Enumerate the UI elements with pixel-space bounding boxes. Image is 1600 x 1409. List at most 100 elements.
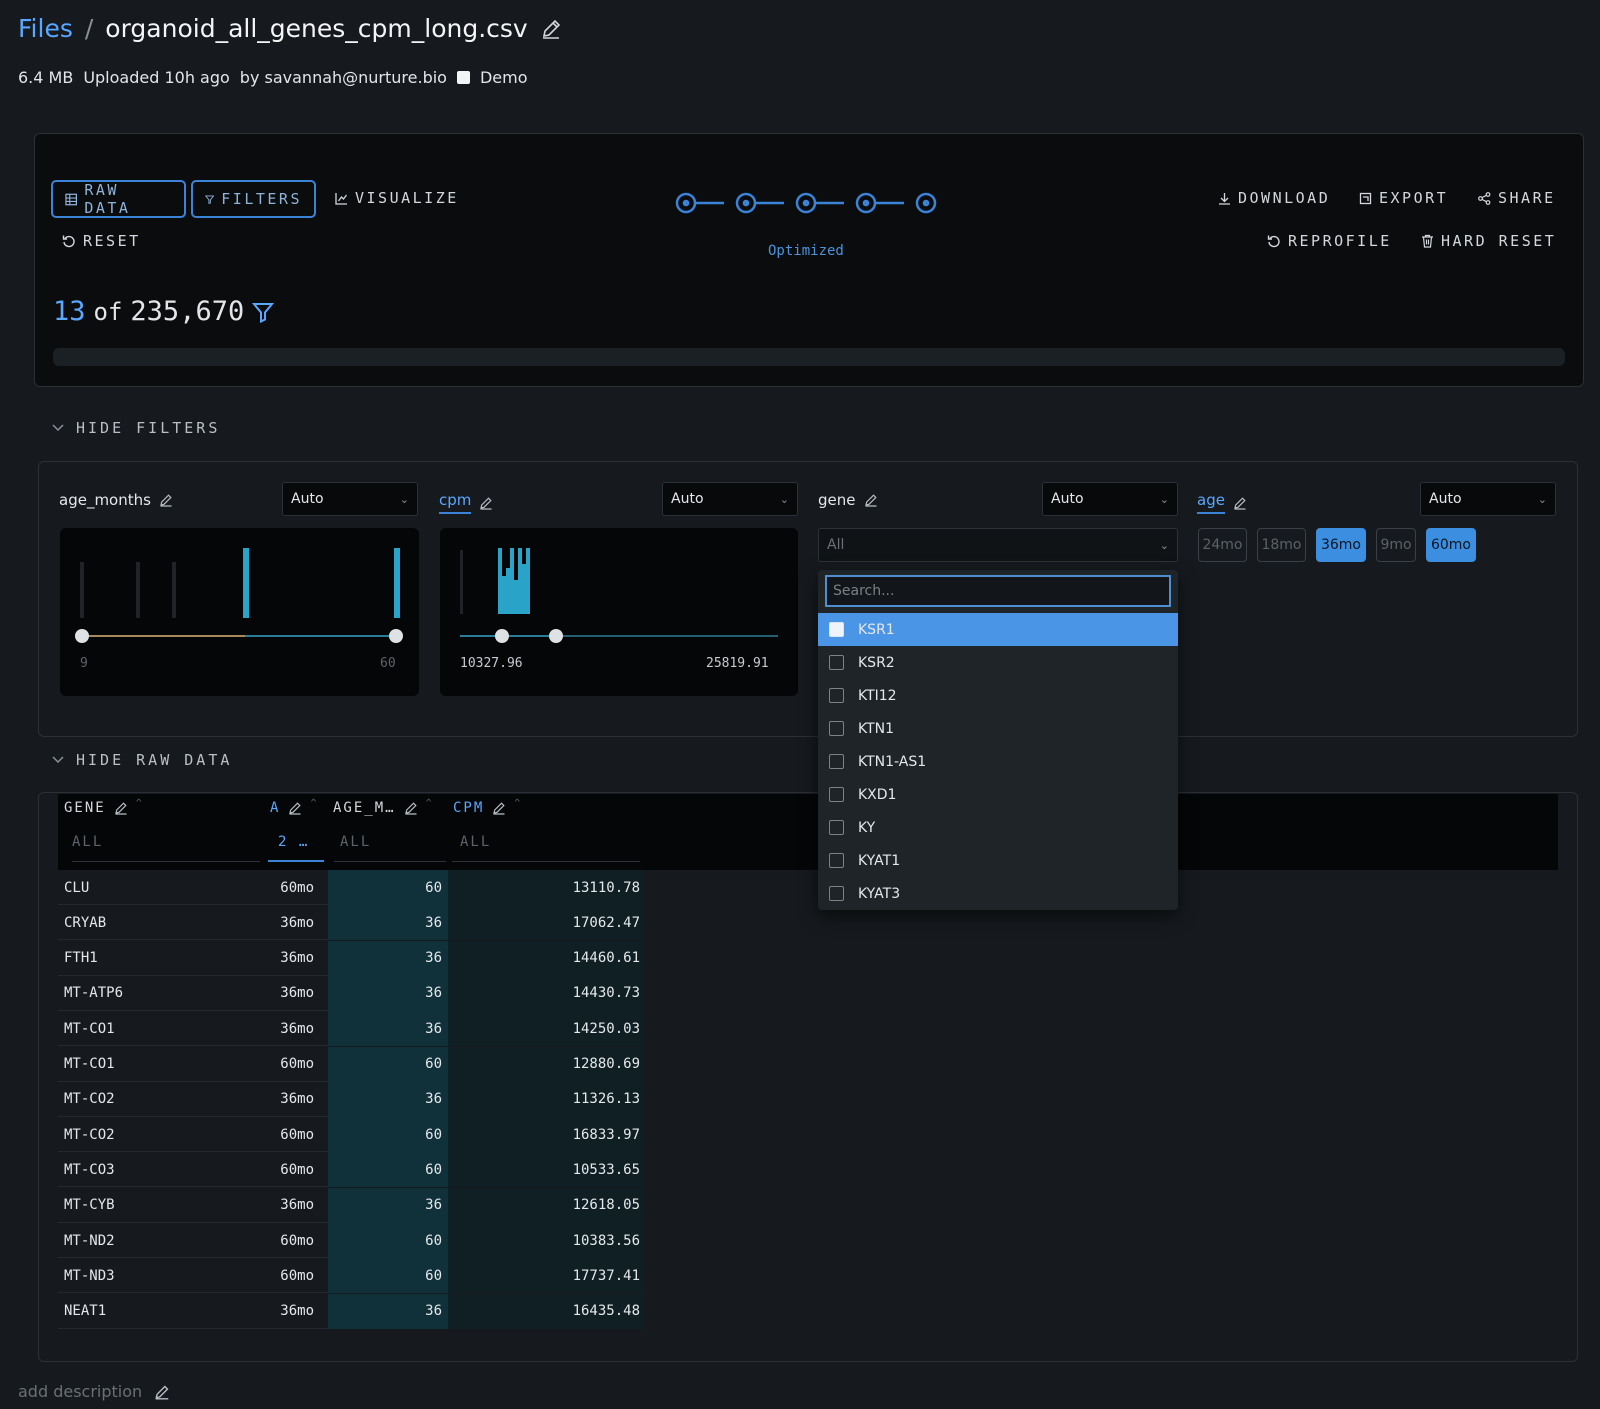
gene-option-checkbox[interactable]: [829, 655, 844, 670]
gene-option-checkbox[interactable]: [829, 820, 844, 835]
table-row[interactable]: NEAT1 36 16435.48 36mo: [58, 1293, 644, 1329]
gene-option[interactable]: KXD1: [818, 778, 1178, 811]
sort-icon[interactable]: ^: [514, 798, 522, 809]
cell-cpm: 13110.78: [448, 870, 644, 905]
table-row[interactable]: MT-CO2 60 16833.97 60mo: [58, 1117, 644, 1153]
share-button[interactable]: SHARE: [1478, 189, 1556, 207]
sort-icon[interactable]: ^: [136, 798, 144, 809]
table-row[interactable]: MT-CO1 60 12880.69 60mo: [58, 1046, 644, 1082]
filters-button[interactable]: FILTERS: [191, 180, 316, 218]
hide-filters-toggle[interactable]: HIDE FILTERS: [52, 419, 220, 437]
column-header-age-months[interactable]: AGE_M… ^: [333, 798, 434, 817]
column-filter-age[interactable]: 2 …: [268, 834, 324, 862]
cpm-min-value: 10327.96: [460, 656, 523, 671]
add-description[interactable]: add description: [18, 1382, 170, 1401]
cell-age-months: 36: [328, 905, 448, 941]
gene-option[interactable]: KSR2: [818, 646, 1178, 679]
gene-option[interactable]: KTN1-AS1: [818, 745, 1178, 778]
cell-cpm: 17062.47: [448, 905, 644, 941]
cell-age-months: 36: [328, 1187, 448, 1223]
edit-title-icon[interactable]: [540, 18, 562, 40]
gene-option-checkbox[interactable]: [829, 622, 844, 637]
gene-option[interactable]: KTN1: [818, 712, 1178, 745]
cpm-max-value: 25819.91: [706, 656, 769, 671]
table-row[interactable]: MT-CO1 36 14250.03 36mo: [58, 1011, 644, 1047]
age-chip[interactable]: 36mo: [1316, 528, 1366, 562]
gene-option[interactable]: KYAT3: [818, 877, 1178, 910]
cell-gene: MT-ND3: [64, 1267, 115, 1284]
table-row[interactable]: MT-ATP6 36 14430.73 36mo: [58, 975, 644, 1011]
gene-option[interactable]: KSR1: [818, 613, 1178, 646]
gene-value-select[interactable]: All ⌄: [818, 528, 1178, 562]
export-button[interactable]: EXPORT: [1359, 189, 1448, 207]
gene-option-label: KSR2: [858, 654, 895, 671]
cell-cpm: 16833.97: [448, 1117, 644, 1153]
gene-option-checkbox[interactable]: [829, 787, 844, 802]
cell-age-months: 36: [328, 1011, 448, 1047]
histogram-bar: [394, 548, 400, 618]
age-months-mode-select[interactable]: Auto ⌄: [282, 482, 418, 516]
gene-option-label: KYAT1: [858, 852, 901, 869]
file-size: 6.4 MB: [18, 68, 74, 87]
age-mode-select[interactable]: Auto ⌄: [1420, 482, 1556, 516]
chart-icon: [335, 192, 348, 205]
table-row[interactable]: CLU 60 13110.78 60mo: [58, 870, 644, 905]
edit-icon: [864, 494, 877, 507]
gene-option-checkbox[interactable]: [829, 886, 844, 901]
visualize-button[interactable]: VISUALIZE: [335, 189, 459, 207]
age-months-max-value: 60: [380, 656, 396, 671]
export-icon: [1359, 192, 1372, 204]
gene-option[interactable]: KY: [818, 811, 1178, 844]
gene-option-checkbox[interactable]: [829, 853, 844, 868]
column-header-gene[interactable]: GENE ^: [64, 798, 144, 817]
reprofile-button[interactable]: REPROFILE: [1267, 232, 1392, 250]
age-chip[interactable]: 9mo: [1376, 528, 1416, 562]
table-row[interactable]: FTH1 36 14460.61 36mo: [58, 940, 644, 976]
age-chip[interactable]: 18mo: [1257, 528, 1306, 562]
histogram-bar: [243, 548, 249, 618]
age-chip[interactable]: 24mo: [1198, 528, 1247, 562]
column-filter-age-months[interactable]: ALL: [334, 834, 446, 862]
breadcrumb-files-link[interactable]: Files: [18, 14, 73, 43]
age-months-min-value: 9: [80, 656, 88, 671]
demo-checkbox[interactable]: [456, 71, 470, 84]
age-chip[interactable]: 60mo: [1426, 528, 1476, 562]
column-filter-cpm[interactable]: ALL: [452, 834, 640, 862]
gene-mode-select[interactable]: Auto ⌄: [1042, 482, 1178, 516]
column-filter-gene[interactable]: ALL: [72, 834, 260, 862]
hide-raw-data-toggle[interactable]: HIDE RAW DATA: [52, 751, 232, 769]
cell-gene: MT-CO2: [64, 1126, 115, 1143]
table-row[interactable]: MT-ND3 60 17737.41 60mo: [58, 1258, 644, 1294]
column-header-cpm[interactable]: CPM ^: [453, 798, 522, 817]
gene-option[interactable]: KYAT1: [818, 844, 1178, 877]
sort-icon[interactable]: ^: [310, 798, 318, 809]
cell-cpm: 12618.05: [448, 1187, 644, 1223]
cell-gene: MT-ND2: [64, 1232, 115, 1249]
raw-data-button[interactable]: RAW DATA: [51, 180, 186, 218]
gene-search-input[interactable]: Search...: [825, 575, 1171, 607]
gene-option[interactable]: KTI12: [818, 679, 1178, 712]
reset-button[interactable]: RESET: [62, 232, 141, 250]
table-row[interactable]: CRYAB 36 17062.47 36mo: [58, 905, 644, 941]
column-header-age[interactable]: A ^: [270, 798, 318, 817]
histogram-bar: [172, 562, 176, 618]
gene-option-label: KTN1-AS1: [858, 753, 927, 770]
hard-reset-button[interactable]: HARD RESET: [1421, 232, 1556, 250]
table-row[interactable]: MT-ND2 60 10383.56 60mo: [58, 1223, 644, 1258]
table-row[interactable]: MT-CYB 36 12618.05 36mo: [58, 1187, 644, 1223]
gene-option-checkbox[interactable]: [829, 754, 844, 769]
cell-age: 36mo: [280, 950, 314, 967]
cpm-mode-select[interactable]: Auto ⌄: [662, 482, 798, 516]
demo-label: Demo: [479, 68, 528, 87]
gene-option-checkbox[interactable]: [829, 721, 844, 736]
cell-cpm: 12880.69: [448, 1046, 644, 1082]
cell-age: 60mo: [280, 1126, 314, 1143]
cell-age-months: 60: [328, 1258, 448, 1294]
sort-icon[interactable]: ^: [426, 798, 434, 809]
download-button[interactable]: DOWNLOAD: [1218, 189, 1330, 207]
gene-option-label: KSR1: [858, 621, 895, 638]
gene-option-checkbox[interactable]: [829, 688, 844, 703]
table-row[interactable]: MT-CO2 36 11326.13 36mo: [58, 1081, 644, 1117]
chevron-down-icon: ⌄: [1159, 538, 1169, 552]
table-row[interactable]: MT-CO3 60 10533.65 60mo: [58, 1152, 644, 1188]
